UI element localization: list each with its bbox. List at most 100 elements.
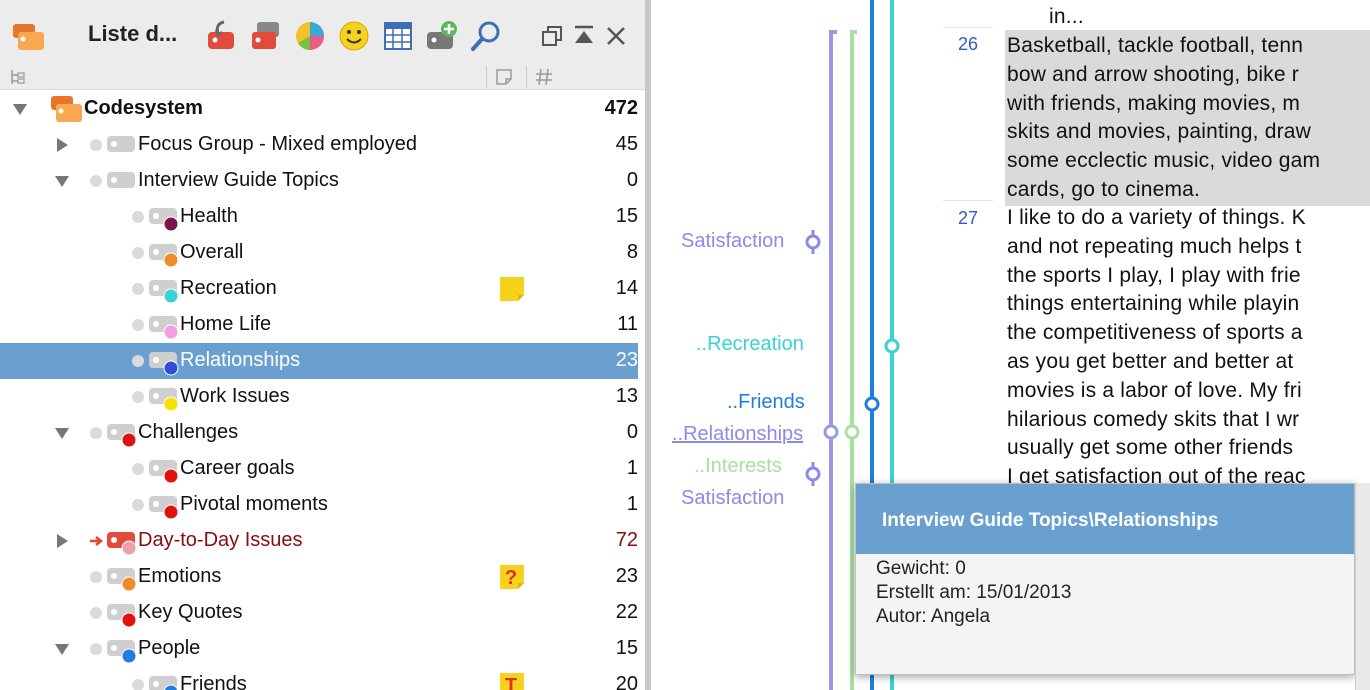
text-line[interactable]: with friends, making movies, m (1007, 92, 1300, 116)
tree-row-count: 1 (626, 493, 638, 515)
tree-row-count: 8 (626, 241, 638, 263)
svg-text:T: T (505, 675, 517, 690)
text-line[interactable]: as you get better and better at (1007, 350, 1293, 374)
activation-dot[interactable] (132, 355, 144, 367)
codeline-label-recreation[interactable]: ..Recreation (696, 333, 804, 356)
disclosure-collapsed-icon[interactable] (54, 137, 70, 153)
text-line[interactable]: hilarious comedy skits that I wr (1007, 408, 1299, 432)
text-line[interactable]: the sports I play, I play with frie (1007, 264, 1301, 288)
tree-row-count: 1 (626, 457, 638, 479)
activation-dot[interactable] (90, 643, 102, 655)
activation-dot[interactable] (132, 247, 144, 259)
codes-icon[interactable] (248, 18, 284, 54)
tree-row[interactable]: Codesystem 472 (0, 91, 638, 127)
code-system-panel: Liste d... Codesystem 472 Focus Group - … (0, 0, 650, 690)
text-line[interactable]: things entertaining while playin (1007, 292, 1299, 316)
tree-row[interactable]: Challenges 0 (0, 415, 638, 451)
codeline-label-friends[interactable]: ..Friends (727, 391, 805, 414)
close-icon[interactable] (604, 24, 628, 48)
text-line[interactable]: and not repeating much helps t (1007, 235, 1301, 259)
tooltip-author: Autor: Angela (876, 606, 991, 627)
text-line[interactable]: I like to do a variety of things. K (1007, 206, 1306, 230)
text-line[interactable]: some ecclectic music, video gam (1007, 149, 1320, 173)
activation-dot[interactable] (132, 679, 144, 690)
activation-dot[interactable] (132, 211, 144, 223)
text-line[interactable]: bow and arrow shooting, bike r (1007, 63, 1299, 87)
activate-codes-icon[interactable] (204, 18, 240, 54)
disclosure-expanded-icon[interactable] (54, 641, 70, 657)
disclosure-collapsed-icon[interactable] (54, 533, 70, 549)
activation-dot[interactable] (90, 607, 102, 619)
tree-row[interactable]: Work Issues 13 (0, 379, 638, 415)
code-tag-icon (149, 496, 179, 520)
tree-row-count: 0 (626, 421, 638, 443)
collapse-icon[interactable] (572, 24, 596, 48)
tree-row-label: Interview Guide Topics (138, 169, 339, 191)
codeline-label-satisfaction[interactable]: Satisfaction (681, 230, 784, 253)
column-header (0, 64, 650, 90)
activation-dot[interactable] (132, 283, 144, 295)
tree-row[interactable]: Career goals 1 (0, 451, 638, 487)
table-icon[interactable] (380, 18, 416, 54)
tree-row[interactable]: Emotions? 23 (0, 559, 638, 595)
activation-dot[interactable] (132, 463, 144, 475)
activation-dot[interactable] (90, 571, 102, 583)
tree-row-count: 15 (615, 637, 638, 659)
tree-row-label: Challenges (138, 421, 239, 443)
tree-row[interactable]: Recreation 14 (0, 271, 638, 307)
note-memo-icon[interactable] (500, 277, 524, 301)
chart-icon[interactable] (292, 18, 328, 54)
text-line[interactable]: skits and movies, painting, draw (1007, 120, 1311, 144)
tree-row-label: Relationships (180, 349, 301, 371)
relationships-marker (823, 424, 839, 440)
question-memo-icon[interactable]: ? (500, 565, 524, 589)
count-column-icon[interactable] (534, 67, 554, 87)
activation-dot[interactable] (132, 391, 144, 403)
memo-column-icon[interactable] (494, 67, 514, 87)
tooltip-weight: Gewicht: 0 (876, 558, 966, 579)
tree-row[interactable]: Overall 8 (0, 235, 638, 271)
codeline-label-interests[interactable]: ..Interests (694, 455, 782, 478)
tree-row-label: Key Quotes (138, 601, 243, 623)
activation-dot[interactable] (90, 427, 102, 439)
tree-row[interactable]: Friends T 20 (0, 667, 638, 690)
activation-dot[interactable] (90, 175, 102, 187)
codeline-label-satisfaction-2[interactable]: Satisfaction (681, 487, 784, 510)
search-icon[interactable] (468, 18, 504, 54)
text-line[interactable]: movies is a labor of love. My fri (1007, 379, 1302, 403)
tree-row[interactable]: Interview Guide Topics 0 (0, 163, 638, 199)
undock-icon[interactable] (540, 24, 564, 48)
activation-dot[interactable] (132, 319, 144, 331)
tree-icon[interactable] (8, 67, 28, 87)
tree-row[interactable]: Focus Group - Mixed employed 45 (0, 127, 638, 163)
text-line[interactable]: cards, go to cinema. (1007, 178, 1200, 202)
tree-row[interactable]: Day-to-Day Issues 72 (0, 523, 638, 559)
disclosure-expanded-icon[interactable] (54, 173, 70, 189)
codeline-label-relationships[interactable]: ..Relationships (672, 423, 803, 446)
scrollbar[interactable] (1355, 483, 1370, 690)
activation-dot[interactable] (90, 139, 102, 151)
satisfaction-codeline (829, 30, 837, 690)
text-memo-icon[interactable]: T (500, 673, 524, 690)
tree-row[interactable]: People 15 (0, 631, 638, 667)
tree-row-count: 14 (615, 277, 638, 299)
tree-row[interactable]: Health 15 (0, 199, 638, 235)
tree-row[interactable]: Key Quotes 22 (0, 595, 638, 631)
emoticon-icon[interactable] (336, 18, 372, 54)
tree-row-count: 13 (615, 385, 638, 407)
tree-row-label: Codesystem (84, 97, 203, 119)
tree-row[interactable]: Relationships 23 (0, 343, 638, 379)
disclosure-expanded-icon[interactable] (12, 101, 28, 117)
code-tag-icon (107, 532, 137, 556)
tree-row[interactable]: Home Life 11 (0, 307, 638, 343)
tree-row[interactable]: Pivotal moments 1 (0, 487, 638, 523)
disclosure-expanded-icon[interactable] (54, 425, 70, 441)
text-line[interactable]: the competitiveness of sports a (1007, 321, 1303, 345)
text-line[interactable]: Basketball, tackle football, tenn (1007, 34, 1303, 58)
code-tag-icon (149, 676, 179, 690)
text-line[interactable]: in... (1049, 5, 1084, 29)
text-line[interactable]: usually get some other friends (1007, 436, 1293, 460)
code-tag-icon (107, 172, 135, 188)
new-code-icon[interactable] (424, 18, 460, 54)
activation-dot[interactable] (132, 499, 144, 511)
